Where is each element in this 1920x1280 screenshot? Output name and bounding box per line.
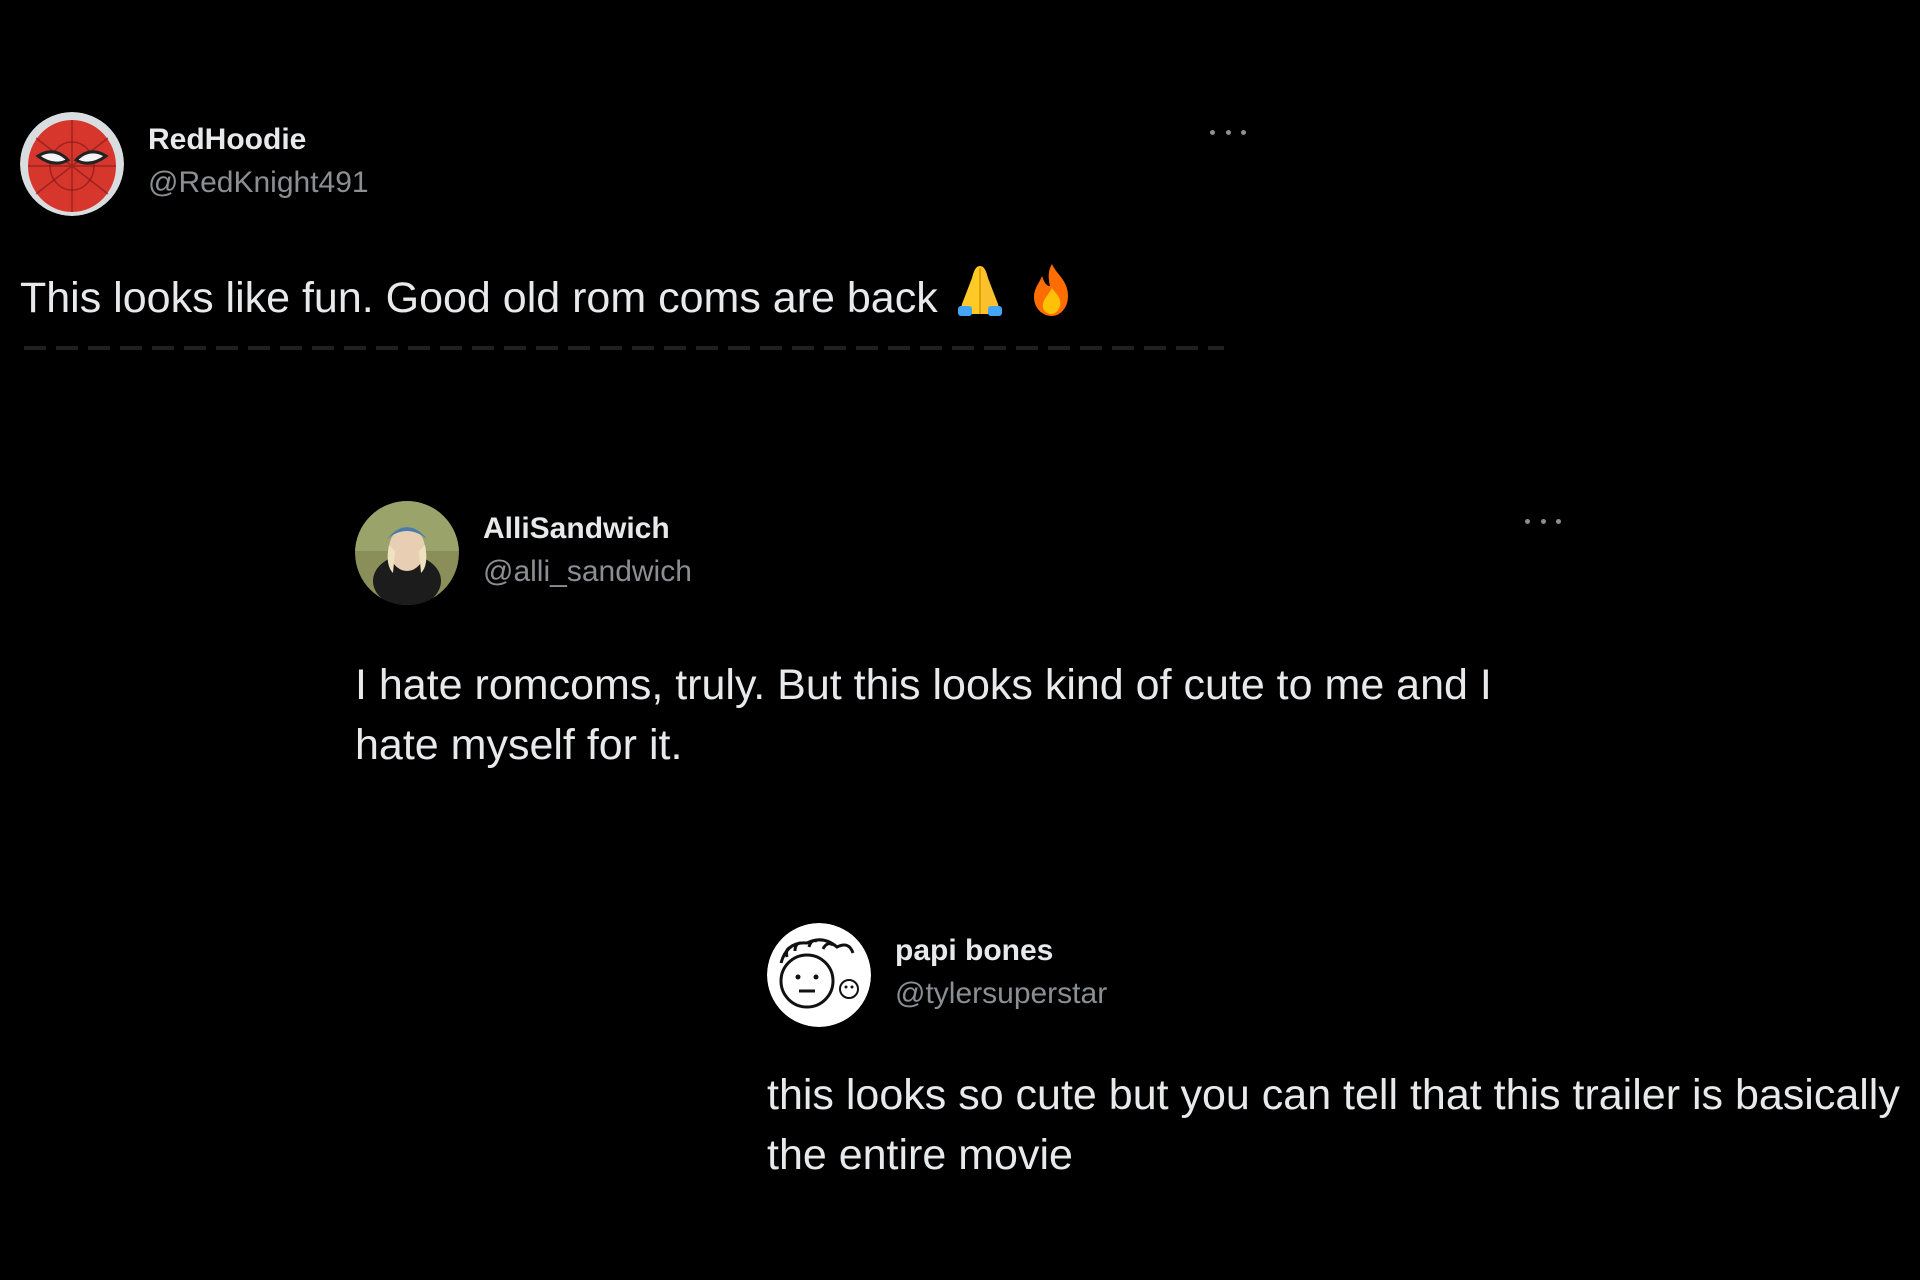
more-options-icon[interactable]	[1525, 511, 1561, 531]
profile-photo-icon	[355, 501, 459, 605]
tweet-redhoodie[interactable]: RedHoodie @RedKnight491 This looks like …	[20, 112, 1246, 322]
tweet-papibones[interactable]: papi bones @tylersuperstar this looks so…	[767, 923, 1917, 1179]
avatar[interactable]	[767, 923, 871, 1027]
more-options-icon[interactable]	[1210, 122, 1246, 142]
username-handle[interactable]: @RedKnight491	[148, 166, 369, 200]
avatar[interactable]	[355, 501, 459, 605]
display-name[interactable]: RedHoodie	[148, 123, 306, 157]
doodle-face-icon	[767, 923, 871, 1027]
tweet-text: This looks like fun. Good old rom coms a…	[20, 260, 1240, 328]
tweet-header: AlliSandwich @alli_sandwich	[355, 501, 1565, 605]
spiderman-mask-icon	[20, 112, 124, 216]
tweet-header: papi bones @tylersuperstar	[767, 923, 1917, 1027]
folded-hands-emoji-icon	[950, 266, 1010, 322]
fire-emoji-icon	[1022, 264, 1082, 322]
display-name[interactable]: AlliSandwich	[483, 512, 670, 546]
tweet-text: I hate romcoms, truly. But this looks ki…	[355, 661, 1492, 769]
tweet-text-body: This looks like fun. Good old rom coms a…	[20, 274, 938, 322]
username-handle[interactable]: @tylersuperstar	[895, 977, 1107, 1011]
display-name[interactable]: papi bones	[895, 934, 1053, 968]
divider	[24, 346, 1224, 350]
avatar[interactable]	[20, 112, 124, 216]
tweet-text: this looks so cute but you can tell that…	[767, 1071, 1900, 1179]
username-handle[interactable]: @alli_sandwich	[483, 555, 692, 589]
tweet-header: RedHoodie @RedKnight491	[20, 112, 1246, 216]
tweet-allisandwich[interactable]: AlliSandwich @alli_sandwich I hate romco…	[355, 501, 1565, 769]
